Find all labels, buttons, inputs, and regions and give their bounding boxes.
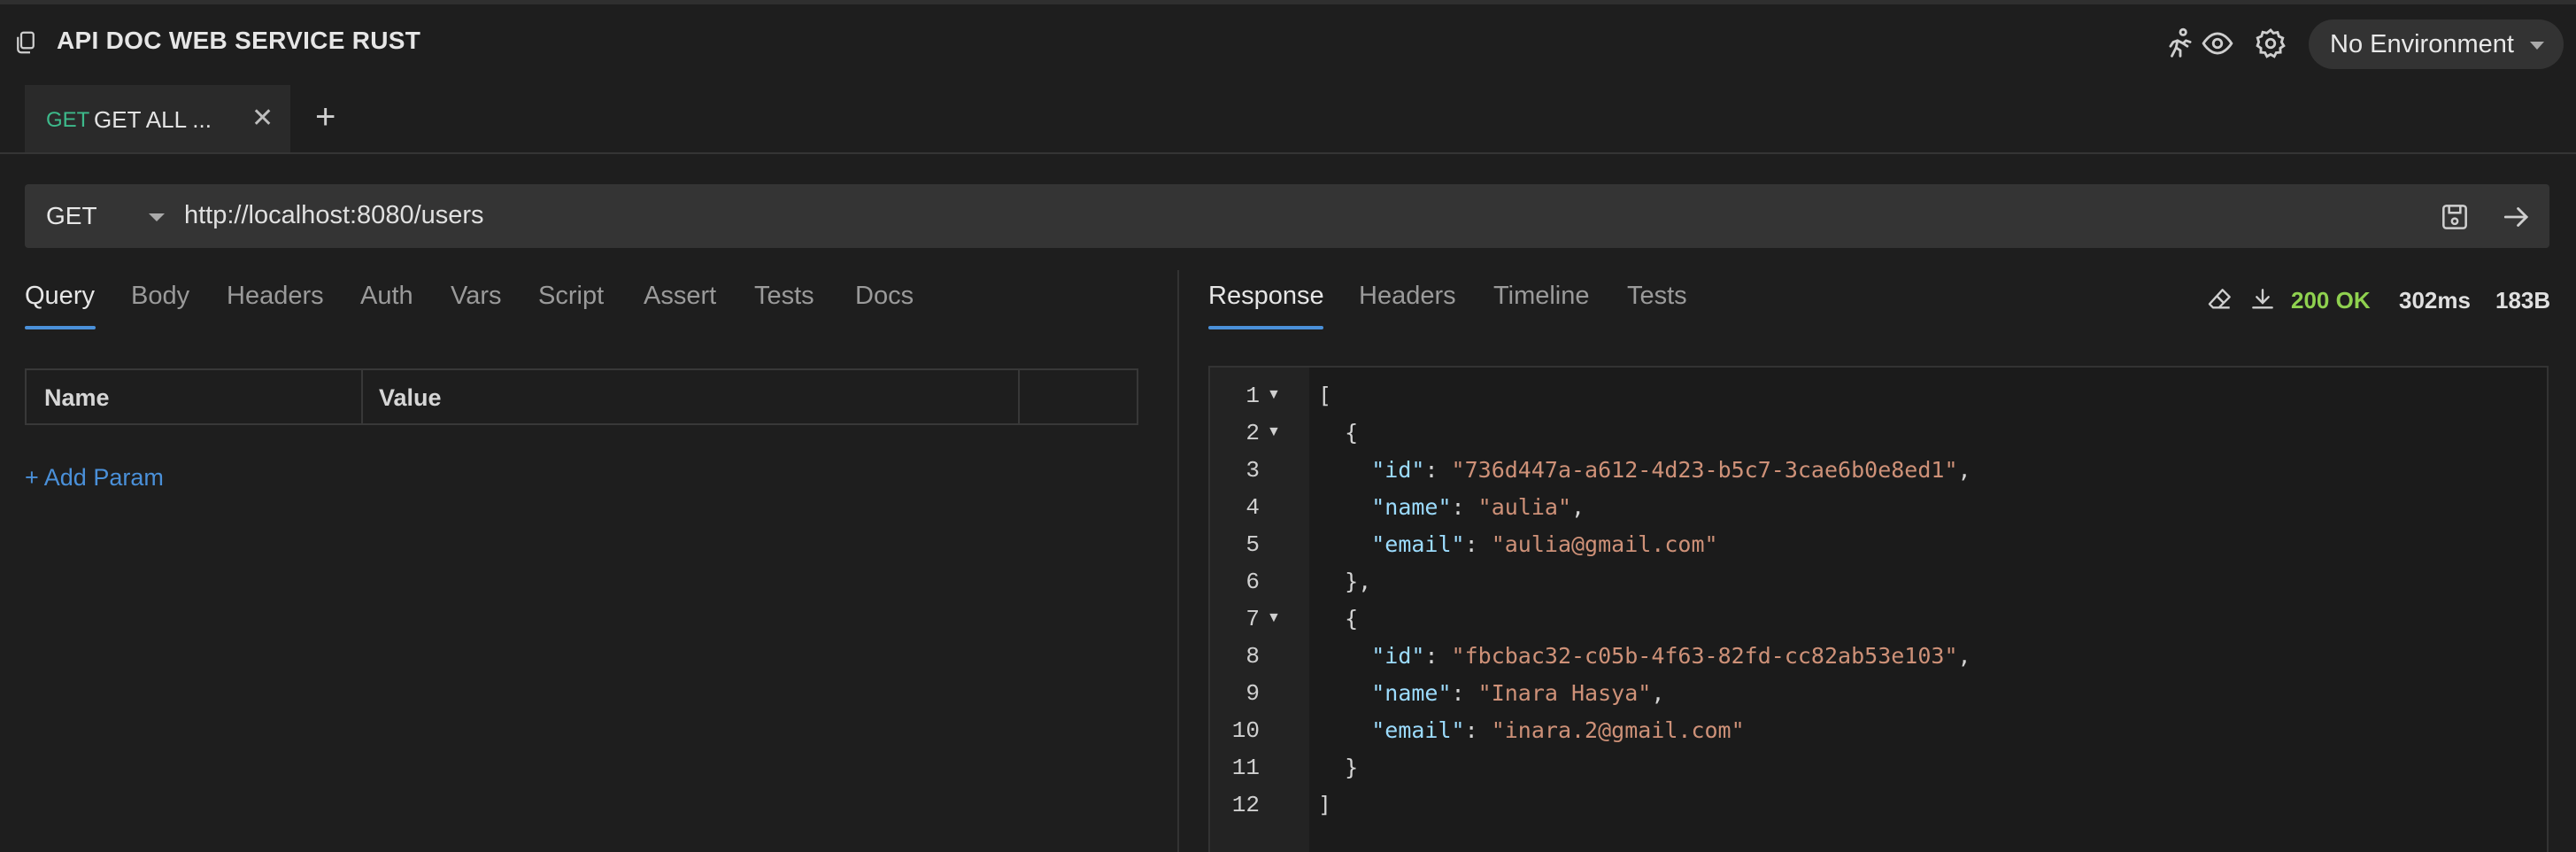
gear-icon[interactable] [2254, 27, 2287, 60]
response-body-editor[interactable]: 1 ▼ 2 ▼ 3 4 5 6 7 ▼ 8 9 10 11 12 [ { "id… [1208, 366, 2549, 852]
code-area[interactable]: [ { "id": "736d447a-a612-4d23-b5c7-3cae6… [1309, 368, 2547, 852]
line-gutter: 1 ▼ 2 ▼ 3 4 5 6 7 ▼ 8 9 10 11 12 [1210, 368, 1309, 852]
line-number: 12 [1231, 792, 1260, 818]
tab-name: GET ALL ... [94, 106, 212, 133]
runner-icon[interactable] [2163, 27, 2197, 60]
response-size: 183B [2495, 287, 2551, 314]
json-key: "email" [1371, 717, 1465, 743]
active-tab-indicator [1208, 326, 1323, 329]
json-key: "id" [1371, 457, 1425, 483]
code-line: "id": "fbcbac32-c05b-4f63-82fd-cc82ab53e… [1371, 643, 1971, 669]
fold-arrow-icon[interactable]: ▼ [1267, 387, 1281, 403]
tab-tests[interactable]: Tests [754, 282, 814, 311]
column-header-name: Name [44, 384, 110, 411]
line-number: 6 [1246, 569, 1260, 595]
collection-icon[interactable] [12, 29, 39, 56]
code-line: { [1318, 420, 1359, 445]
tab-auth[interactable]: Auth [360, 282, 413, 311]
code-line: "email": "aulia@gmail.com" [1371, 531, 1718, 557]
json-value: "aulia@gmail.com" [1491, 531, 1718, 557]
save-icon[interactable] [2438, 200, 2472, 234]
tab-script[interactable]: Script [538, 282, 604, 311]
fold-arrow-icon[interactable]: ▼ [1267, 610, 1281, 626]
code-line: ] [1318, 792, 1332, 817]
column-header-value: Value [379, 384, 442, 411]
close-icon[interactable]: ✕ [251, 103, 274, 134]
environment-selector[interactable]: No Environment [2309, 19, 2564, 69]
collection-title: API DOC WEB SERVICE RUST [57, 27, 421, 54]
line-number: 1 [1246, 383, 1260, 409]
json-value: "inara.2@gmail.com" [1491, 717, 1745, 743]
eraser-icon[interactable] [2206, 285, 2234, 314]
tab-docs[interactable]: Docs [855, 282, 914, 311]
json-key: "name" [1371, 494, 1452, 520]
column-value: Value [361, 370, 1020, 423]
code-line: [ [1318, 383, 1332, 408]
code-line: "id": "736d447a-a612-4d23-b5c7-3cae6b0e8… [1371, 457, 1971, 483]
code-line: }, [1318, 569, 1372, 594]
code-line: "name": "aulia", [1371, 494, 1585, 520]
tab-response[interactable]: Response [1208, 282, 1324, 311]
tab-assert[interactable]: Assert [644, 282, 716, 311]
json-value: "aulia" [1477, 494, 1571, 520]
status-badge: 200 OK [2291, 287, 2371, 314]
line-number: 7 [1246, 606, 1260, 632]
json-value: "Inara Hasya" [1477, 680, 1652, 706]
line-number: 9 [1246, 680, 1260, 707]
tab-response-headers[interactable]: Headers [1359, 282, 1456, 311]
tabs-divider [0, 152, 2576, 154]
line-number: 11 [1231, 755, 1260, 781]
add-tab-button[interactable]: + [315, 96, 335, 138]
line-number: 10 [1231, 717, 1260, 744]
json-value: "736d447a-a612-4d23-b5c7-3cae6b0e8ed1" [1451, 457, 1958, 483]
line-number: 4 [1246, 494, 1260, 521]
line-number: 3 [1246, 457, 1260, 484]
json-key: "id" [1371, 643, 1425, 669]
column-name: Name [27, 370, 363, 423]
tab-response-tests[interactable]: Tests [1627, 282, 1687, 311]
code-line: { [1318, 606, 1359, 631]
line-number: 5 [1246, 531, 1260, 558]
method-select[interactable]: GET [46, 202, 97, 230]
eye-icon[interactable] [2201, 27, 2234, 60]
add-param-button[interactable]: + Add Param [25, 464, 164, 492]
download-icon[interactable] [2248, 285, 2277, 314]
tab-vars[interactable]: Vars [451, 282, 501, 311]
url-bar: GET http://localhost:8080/users [25, 184, 2549, 248]
response-time: 302ms [2399, 287, 2471, 314]
tab-timeline[interactable]: Timeline [1493, 282, 1590, 311]
tab-query[interactable]: Query [25, 282, 95, 311]
send-arrow-icon[interactable] [2500, 200, 2534, 234]
code-line: "email": "inara.2@gmail.com" [1371, 717, 1745, 743]
query-params-table: Name Value [25, 368, 1138, 425]
json-key: "name" [1371, 680, 1452, 706]
json-key: "email" [1371, 531, 1465, 557]
code-line: } [1318, 755, 1359, 780]
request-tab[interactable]: GET GET ALL ... ✕ [25, 85, 290, 153]
chevron-down-icon[interactable] [149, 213, 165, 221]
line-number: 2 [1246, 420, 1260, 446]
line-number: 8 [1246, 643, 1260, 670]
chevron-down-icon [2530, 42, 2544, 50]
active-tab-indicator [25, 326, 96, 329]
tab-headers[interactable]: Headers [227, 282, 324, 311]
tab-body[interactable]: Body [131, 282, 189, 311]
pane-divider[interactable] [1177, 270, 1179, 852]
code-line: "name": "Inara Hasya", [1371, 680, 1665, 706]
environment-label: No Environment [2330, 29, 2514, 58]
json-value: "fbcbac32-c05b-4f63-82fd-cc82ab53e103" [1451, 643, 1958, 669]
tab-method: GET [46, 108, 90, 132]
url-input[interactable]: http://localhost:8080/users [184, 201, 484, 230]
fold-arrow-icon[interactable]: ▼ [1267, 424, 1281, 440]
